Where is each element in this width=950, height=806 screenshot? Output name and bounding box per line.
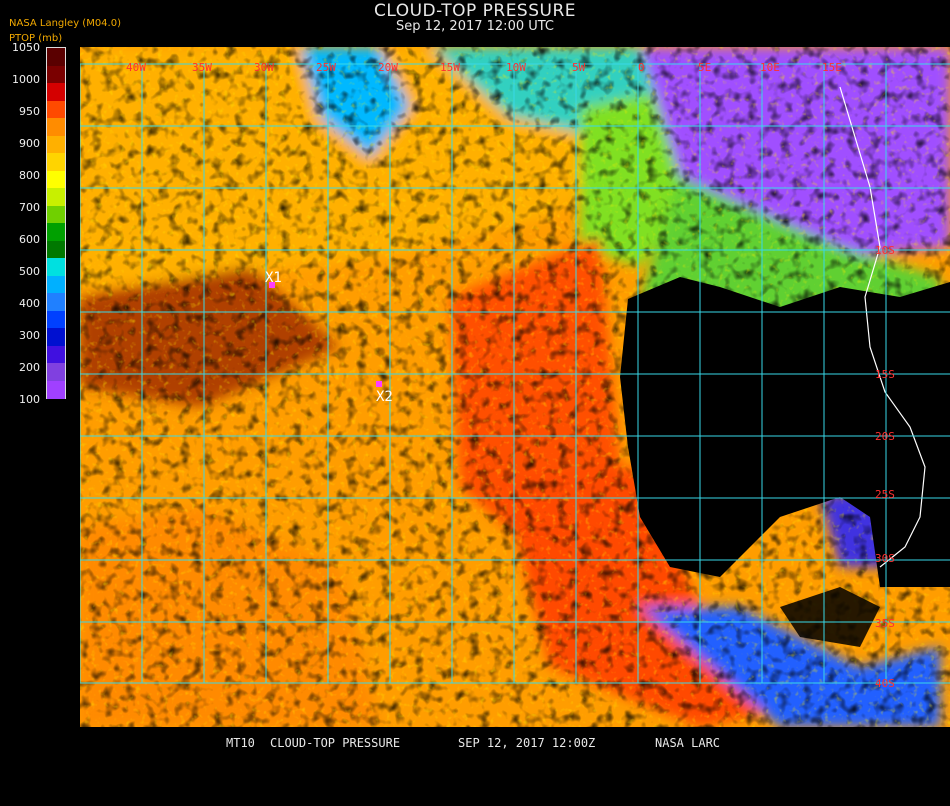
- color-legend-bar: [46, 47, 66, 399]
- lon-label: 25W: [316, 61, 336, 74]
- legend-label: 950: [19, 105, 40, 118]
- legend-swatch: [47, 363, 65, 381]
- footer-product: CLOUD-TOP PRESSURE: [270, 736, 401, 750]
- footer-datetime: SEP 12, 2017 12:00Z: [458, 736, 596, 750]
- legend-swatch: [47, 153, 65, 171]
- legend-swatch: [47, 65, 65, 84]
- legend-label: 300: [19, 329, 40, 342]
- legend-label: 1050: [12, 41, 40, 54]
- legend-swatch: [47, 310, 65, 329]
- legend-swatch: [47, 118, 65, 136]
- legend-label: 400: [19, 297, 40, 310]
- legend-swatch: [47, 205, 65, 224]
- lon-label: 20W: [378, 61, 398, 74]
- legend-swatch: [47, 240, 65, 259]
- marker-x1: X1: [265, 270, 282, 288]
- legend-swatch: [47, 380, 65, 399]
- legend-label: 100: [19, 393, 40, 406]
- lon-label: 10W: [506, 61, 526, 74]
- legend-swatch: [47, 48, 65, 66]
- lon-label: 5W: [572, 61, 586, 74]
- timestamp-subtitle: Sep 12, 2017 12:00 UTC: [395, 19, 555, 34]
- legend-swatch: [47, 100, 65, 119]
- legend-label: 600: [19, 233, 40, 246]
- legend-swatch: [47, 275, 65, 294]
- legend-swatch: [47, 328, 65, 346]
- legend-label: 500: [19, 265, 40, 278]
- cloud-top-pressure-map: 10S 15S 20S 25S 30S 35S 40S 40W 35W 30W …: [80, 47, 950, 727]
- marker-dot: [376, 381, 382, 387]
- marker-label: X1: [265, 270, 282, 286]
- lon-label: 5E: [698, 61, 711, 74]
- legend-label: 1000: [12, 73, 40, 86]
- lat-label: 40S: [875, 677, 895, 690]
- provider-label: NASA Langley (M04.0): [9, 18, 121, 29]
- lat-label: 15S: [875, 368, 895, 381]
- legend-swatch: [47, 188, 65, 206]
- footer-source: NASA LARC: [655, 736, 721, 750]
- footer-channel: MT10: [226, 736, 255, 750]
- lon-label: 30W: [254, 61, 274, 74]
- marker-label: X2: [376, 389, 393, 405]
- legend-label: 700: [19, 201, 40, 214]
- legend-label: 200: [19, 361, 40, 374]
- legend-swatch: [47, 258, 65, 276]
- legend-label: 800: [19, 169, 40, 182]
- lon-label: 35W: [192, 61, 212, 74]
- legend-swatch: [47, 83, 65, 101]
- lat-label: 20S: [875, 430, 895, 443]
- lat-label: 30S: [875, 552, 895, 565]
- footer-bar: MT10 CLOUD-TOP PRESSURE SEP 12, 2017 12:…: [0, 736, 950, 750]
- lon-label: 0: [638, 61, 645, 74]
- lat-label: 25S: [875, 488, 895, 501]
- lon-label: 15E: [822, 61, 842, 74]
- lon-label: 15W: [440, 61, 460, 74]
- page-title: CLOUD-TOP PRESSURE: [373, 1, 577, 21]
- legend-swatch: [47, 135, 65, 154]
- legend-swatch: [47, 170, 65, 189]
- lat-label: 10S: [875, 244, 895, 257]
- lon-label: 10E: [760, 61, 780, 74]
- legend-swatch: [47, 293, 65, 311]
- legend-swatch: [47, 223, 65, 241]
- lat-label: 35S: [875, 617, 895, 630]
- legend-swatch: [47, 345, 65, 364]
- legend-label: 900: [19, 137, 40, 150]
- lon-label: 40W: [126, 61, 146, 74]
